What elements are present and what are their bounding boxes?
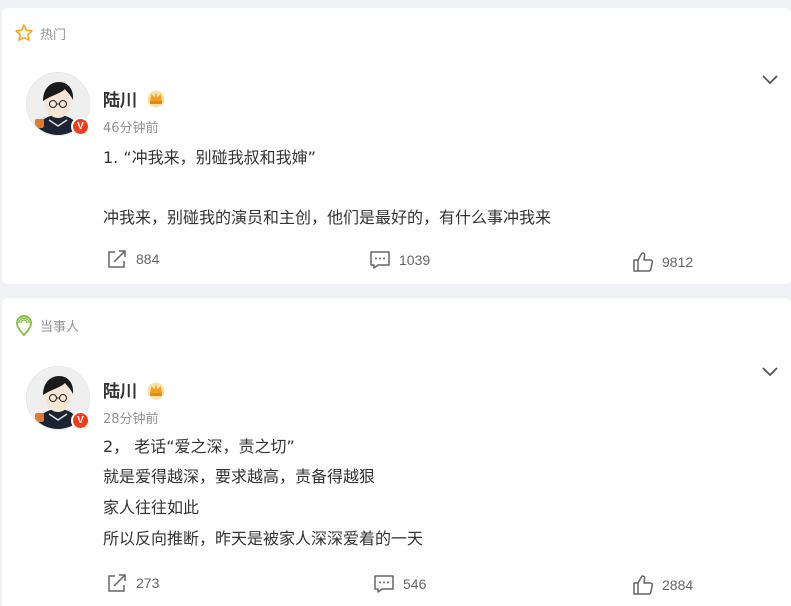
comment-count: 1039 xyxy=(399,252,431,268)
repost-button[interactable]: 273 xyxy=(106,573,159,593)
avatar[interactable]: V xyxy=(26,366,90,430)
star-icon xyxy=(15,24,33,42)
repost-count: 273 xyxy=(136,575,160,591)
comment-count: 546 xyxy=(403,576,427,592)
post-text-line: 就是爱得越深，要求越高，责备得越狠 xyxy=(103,467,376,486)
section-header-hot: 热门 xyxy=(14,22,66,44)
post-text-line: 冲我来，别碰我的演员和主创，他们是最好的，有什么事冲我来 xyxy=(103,208,552,227)
like-count: 2884 xyxy=(662,577,694,593)
post-card: 热门 V 陆川 46分钟前 1. “冲我来，别碰我叔和我婶” 冲我来，别碰我的演… xyxy=(2,8,791,284)
post-time[interactable]: 46分钟前 xyxy=(103,117,159,136)
user-name[interactable]: 陆川 xyxy=(103,377,137,402)
like-count: 9812 xyxy=(662,254,694,270)
comment-icon xyxy=(370,251,390,269)
section-label: 当事人 xyxy=(40,319,80,335)
post-text-line: 所以反向推断，昨天是被家人深深爱着的一天 xyxy=(103,529,424,548)
user-name[interactable]: 陆川 xyxy=(103,86,137,111)
thumbs-up-icon xyxy=(633,575,654,595)
comment-button[interactable]: 546 xyxy=(373,574,426,594)
post-text-line: 1. “冲我来，别碰我叔和我婶” xyxy=(103,148,316,167)
comment-button[interactable]: 1039 xyxy=(369,250,430,270)
chevron-down-icon[interactable] xyxy=(761,70,779,88)
post-card: 当事人 V 陆川 28分钟前 2， 老话“爱之深，责之切” 就是爱得越深，要求越… xyxy=(2,298,791,606)
share-icon xyxy=(108,574,126,592)
like-button[interactable]: 9812 xyxy=(632,251,693,273)
thumbs-up-icon xyxy=(633,252,654,272)
comment-icon xyxy=(374,575,394,593)
verified-badge-icon: V xyxy=(71,117,90,136)
chevron-down-icon[interactable] xyxy=(761,362,779,380)
avatar[interactable]: V xyxy=(26,72,90,136)
like-button[interactable]: 2884 xyxy=(632,574,693,596)
section-label: 热门 xyxy=(40,27,67,43)
location-pin-icon xyxy=(15,315,33,336)
section-header-party: 当事人 xyxy=(14,314,79,336)
verified-badge-icon: V xyxy=(71,411,90,430)
crown-icon[interactable] xyxy=(146,380,166,400)
repost-button[interactable]: 884 xyxy=(106,249,159,269)
crown-icon[interactable] xyxy=(146,88,166,108)
share-icon xyxy=(108,250,126,268)
post-time[interactable]: 28分钟前 xyxy=(103,408,159,427)
post-text-line: 2， 老话“爱之深，责之切” xyxy=(103,437,295,456)
post-text-line: 家人往往如此 xyxy=(103,498,200,517)
repost-count: 884 xyxy=(136,251,160,267)
